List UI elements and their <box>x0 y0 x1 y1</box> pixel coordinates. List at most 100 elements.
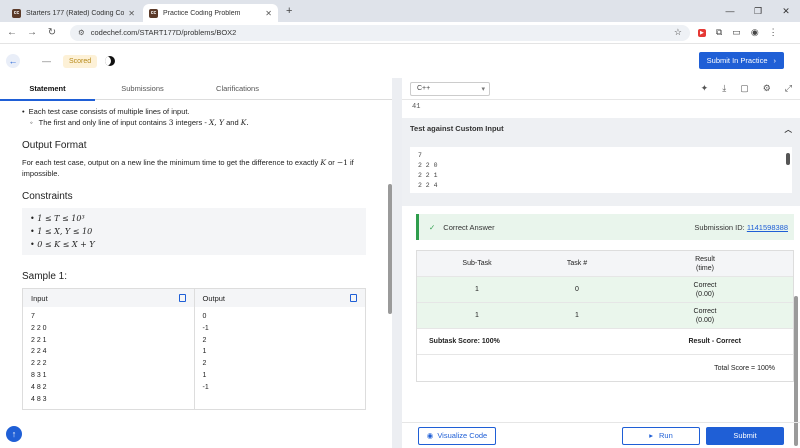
tab-clarifications[interactable]: Clarifications <box>190 78 285 100</box>
tab-statement[interactable]: Statement <box>0 78 95 101</box>
constraint-text: 1 ≤ T ≤ 10³ <box>37 214 85 223</box>
custom-input-panel: Test against Custom Input ︿ 7 2 2 0 2 2 1 2… <box>402 118 800 206</box>
sample-table: Input Output 7 2 2 0 2 2 1 2 2 4 2 2 2 8 3 1 4… <box>22 288 366 411</box>
eye-icon: ◉ <box>426 431 434 440</box>
theme-toggle-moon-icon[interactable] <box>105 56 116 66</box>
copy-output-icon[interactable] <box>350 294 357 302</box>
result-table-header: Sub-Task Task # Result (time) <box>417 251 793 277</box>
cell-subtask: 1 <box>475 286 479 293</box>
play-icon: ▸ <box>649 431 653 440</box>
cell-task: 1 <box>575 312 579 319</box>
custom-input-line: 2 2 0 <box>418 162 438 169</box>
cell-result: Correct (0.00) <box>617 281 793 299</box>
output-format-text: For each test case, output on a new line… <box>22 157 372 179</box>
cell-time: (0.00) <box>695 316 715 324</box>
language-select[interactable]: C++ <box>410 81 490 96</box>
output-text: or <box>328 158 335 167</box>
chevron-right-icon: › <box>773 56 777 65</box>
sidepanel-icon[interactable]: ▭ <box>732 27 741 38</box>
profile-icon[interactable]: ◉ <box>751 27 759 38</box>
custom-input-line: 7 <box>418 152 422 159</box>
visualize-code-button[interactable]: ◉ Visualize Code <box>418 426 496 445</box>
constraint-text: 1 ≤ X, Y ≤ 10 <box>37 227 93 236</box>
bullet-text: Each test case consists of multiple line… <box>28 107 190 116</box>
math-text: 3 <box>168 118 174 127</box>
site-info-icon[interactable]: ⚙ <box>78 28 85 37</box>
sample-input-line: 2 2 4 <box>31 348 47 356</box>
submit-in-practice-label: Submit In Practice <box>706 56 768 65</box>
magic-wand-icon[interactable]: ✦ <box>701 83 709 94</box>
submission-label: Submission ID: <box>694 222 745 232</box>
close-window-icon[interactable]: ✕ <box>772 6 800 17</box>
table-row: 1 0 Correct (0.00) <box>417 277 793 303</box>
codechef-favicon-icon: cc <box>149 8 158 18</box>
sample-input-line: 2 2 2 <box>31 360 47 368</box>
extensions-puzzle-icon[interactable]: ⧉ <box>716 27 722 38</box>
total-score-row: Total Score = 100% <box>417 355 793 381</box>
scroll-top-arrow-icon[interactable]: ↑ <box>6 426 22 442</box>
editor-tool-icons: ✦ ⤓ ▢ ⚙ ⤢ <box>701 83 792 94</box>
browser-tab-contest[interactable]: cc Starters 177 (Rated) Coding Co ✕ <box>6 4 141 22</box>
result-label: Result - Correct <box>688 338 741 345</box>
sample-header: Input Output <box>23 289 365 307</box>
input-sub-bullet: The first and only line of input contain… <box>22 117 370 128</box>
url-field[interactable]: ⚙ codechef.com/START177D/problems/BOX2 ☆ <box>70 24 690 41</box>
sample-input-line: 2 2 0 <box>31 324 47 332</box>
submit-in-practice-button[interactable]: Submit In Practice › <box>698 52 784 69</box>
download-icon[interactable]: ⤓ <box>722 83 726 94</box>
sample-output-line: 2 <box>202 336 207 344</box>
code-line-41[interactable]: 41 <box>402 100 800 114</box>
header-subtask: Sub-Task <box>462 260 492 267</box>
editor-panel: C++ ✦ ⤓ ▢ ⚙ ⤢ 41 Test against Custom Inp… <box>402 78 800 448</box>
cell-result-text: Correct <box>693 281 717 289</box>
math-text: X, Y <box>208 118 225 127</box>
custom-input-scrollbar[interactable] <box>786 153 790 165</box>
problem-panel: Statement Submissions Clarifications Eac… <box>0 78 392 448</box>
sample-input-lines: 72 2 02 2 12 2 42 2 28 3 14 8 24 8 3 <box>23 307 195 410</box>
restore-icon[interactable]: ❐ <box>744 6 772 17</box>
back-arrow-icon[interactable]: ← <box>6 54 20 68</box>
pane-divider[interactable] <box>392 78 402 448</box>
close-tab-icon[interactable]: ✕ <box>265 9 272 18</box>
bookmark-star-icon[interactable]: ☆ <box>674 27 682 38</box>
minimize-icon[interactable]: — <box>716 6 744 16</box>
sample-output-line: -1 <box>202 383 209 391</box>
run-label: Run <box>659 431 673 440</box>
back-icon[interactable]: ← <box>4 27 20 38</box>
sample-heading: Sample 1: <box>22 271 68 282</box>
chevron-up-icon[interactable]: ︿ <box>785 124 793 135</box>
site-header: ← — Scored Submit In Practice › <box>0 44 800 78</box>
forward-icon[interactable]: → <box>24 27 40 38</box>
sample-output-label: Output <box>202 293 226 303</box>
table-row: 1 1 Correct (0.00) <box>417 303 793 329</box>
sample-output-line: 0 <box>202 313 207 320</box>
submit-button[interactable]: Submit <box>706 426 784 445</box>
sample-body: 72 2 02 2 12 2 42 2 28 3 14 8 24 8 3 0 -1… <box>23 307 365 410</box>
scored-badge: Scored <box>63 54 98 68</box>
constraint-item: • 1 ≤ X, Y ≤ 10 <box>30 227 93 236</box>
close-tab-icon[interactable]: ✕ <box>128 9 135 18</box>
comment-icon[interactable]: ▢ <box>740 83 749 94</box>
action-bar: ◉ Visualize Code ▸ Run Submit <box>402 422 800 448</box>
browser-tab-practice[interactable]: cc Practice Coding Problem ✕ <box>143 4 278 22</box>
tab-title: Practice Coding Problem <box>163 9 241 17</box>
submission-id-link[interactable]: 1141598388 <box>747 223 788 232</box>
custom-input-line: 2 2 4 <box>418 182 438 189</box>
new-tab-icon[interactable]: + <box>286 5 292 17</box>
copy-input-icon[interactable] <box>178 294 186 302</box>
menu-kebab-icon[interactable]: ⋮ <box>769 27 778 38</box>
subtask-score-row: Subtask Score: 100% Result - Correct <box>417 329 793 355</box>
statement-body: Each test case consists of multiple line… <box>0 100 392 411</box>
custom-input-header[interactable]: Test against Custom Input ︿ <box>410 124 792 135</box>
settings-gear-icon[interactable]: ⚙ <box>763 83 771 94</box>
run-button[interactable]: ▸ Run <box>622 426 700 445</box>
tab-submissions[interactable]: Submissions <box>95 78 190 100</box>
browser-tab-bar: cc Starters 177 (Rated) Coding Co ✕ cc P… <box>0 0 800 22</box>
custom-input-textarea[interactable]: 7 2 2 0 2 2 1 2 2 4 <box>410 147 792 193</box>
reload-icon[interactable]: ↻ <box>44 27 60 38</box>
sample-output-line: 2 <box>202 360 207 368</box>
fullscreen-icon[interactable]: ⤢ <box>785 83 792 94</box>
header-time-label: (time) <box>696 264 714 272</box>
output-text: impossible. <box>22 169 60 178</box>
youtube-extension-icon[interactable]: ▶ <box>698 28 706 37</box>
